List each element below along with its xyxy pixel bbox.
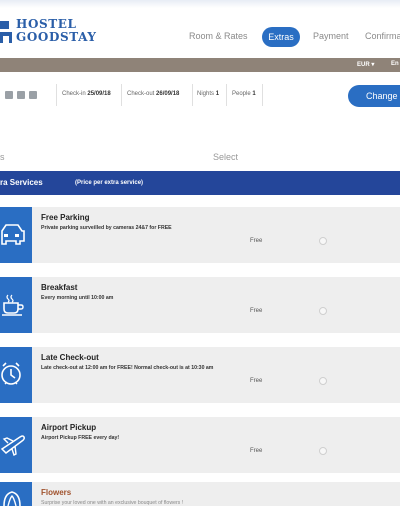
torn-edge — [0, 0, 400, 8]
brand-logo[interactable]: HOSTEL GOODSTAY — [16, 18, 97, 44]
nav-confirmation[interactable]: Confirma — [365, 31, 400, 41]
service-icon-box — [0, 207, 32, 263]
service-select-radio[interactable] — [319, 237, 327, 245]
change-button[interactable]: Change — [348, 85, 400, 107]
nav-payment[interactable]: Payment — [313, 31, 349, 41]
people-field: People 1 — [232, 91, 256, 97]
service-price: Free — [250, 308, 263, 314]
checkout-field: Check-out 26/09/18 — [127, 91, 180, 97]
airplane-icon — [0, 435, 25, 456]
service-description: Private parking surveilled by cameras 24… — [41, 225, 172, 231]
checkin-field: Check-in 25/09/18 — [62, 91, 111, 97]
service-select-radio[interactable] — [319, 377, 327, 385]
service-row-parking[interactable]: Free Parking Private parking surveilled … — [0, 207, 400, 263]
service-icon-box — [0, 277, 32, 333]
nights-value: 1 — [215, 91, 220, 97]
divider — [121, 84, 122, 106]
divider — [262, 84, 263, 106]
service-title: Airport Pickup — [41, 423, 97, 432]
section-subtitle: (Price per extra service) — [75, 180, 144, 186]
header: HOSTEL GOODSTAY Room & Rates Extras Paym… — [0, 0, 400, 60]
service-icon-box — [0, 417, 32, 473]
service-row-breakfast[interactable]: Breakfast Every morning until 10:00 am F… — [0, 277, 400, 333]
nav-room-rates[interactable]: Room & Rates — [189, 31, 248, 41]
email-icon[interactable] — [5, 91, 13, 99]
section-title: ra Services — [0, 178, 43, 187]
car-icon — [1, 224, 25, 245]
coffee-icon — [2, 294, 24, 316]
service-row-airport-pickup[interactable]: Airport Pickup Airport Pickup FREE every… — [0, 417, 400, 473]
people-value: 1 — [252, 91, 256, 97]
nights-field: Nights 1 — [197, 91, 220, 97]
language-select[interactable]: En — [391, 61, 399, 67]
checkin-value: 25/09/18 — [87, 91, 111, 97]
alarm-clock-icon — [1, 362, 21, 385]
torn-edge — [0, 506, 400, 516]
service-title: Free Parking — [41, 213, 90, 222]
divider — [226, 84, 227, 106]
service-title: Flowers — [41, 488, 72, 497]
hostel-logo-icon — [0, 21, 12, 43]
service-select-radio[interactable] — [319, 447, 327, 455]
checkout-value: 26/09/18 — [156, 91, 180, 97]
service-description: Every morning until 10:00 am — [41, 295, 114, 301]
currency-select[interactable]: EUR ▾ — [357, 61, 374, 68]
divider — [192, 84, 193, 106]
service-price: Free — [250, 448, 263, 454]
extra-services-header: ra Services (Price per extra service) — [0, 171, 400, 195]
facebook-icon[interactable] — [17, 91, 25, 99]
service-select-radio[interactable] — [319, 307, 327, 315]
service-title: Late Check-out — [41, 353, 99, 362]
service-title: Breakfast — [41, 283, 78, 292]
divider — [56, 84, 57, 106]
utility-bar — [0, 58, 400, 72]
service-row-late-checkout[interactable]: Late Check-out Late check-out at 12:00 a… — [0, 347, 400, 403]
column-header-select: Select — [213, 152, 239, 162]
nav-extras[interactable]: Extras — [262, 27, 300, 47]
service-price: Free — [250, 378, 263, 384]
service-icon-box — [0, 347, 32, 403]
service-price: Free — [250, 238, 263, 244]
twitter-icon[interactable] — [29, 91, 37, 99]
column-header-services: s — [0, 152, 5, 162]
brand-line-2: GOODSTAY — [16, 30, 97, 44]
service-description: Late check-out at 12:00 am for FREE! Nor… — [41, 365, 214, 371]
service-description: Airport Pickup FREE every day! — [41, 435, 120, 441]
